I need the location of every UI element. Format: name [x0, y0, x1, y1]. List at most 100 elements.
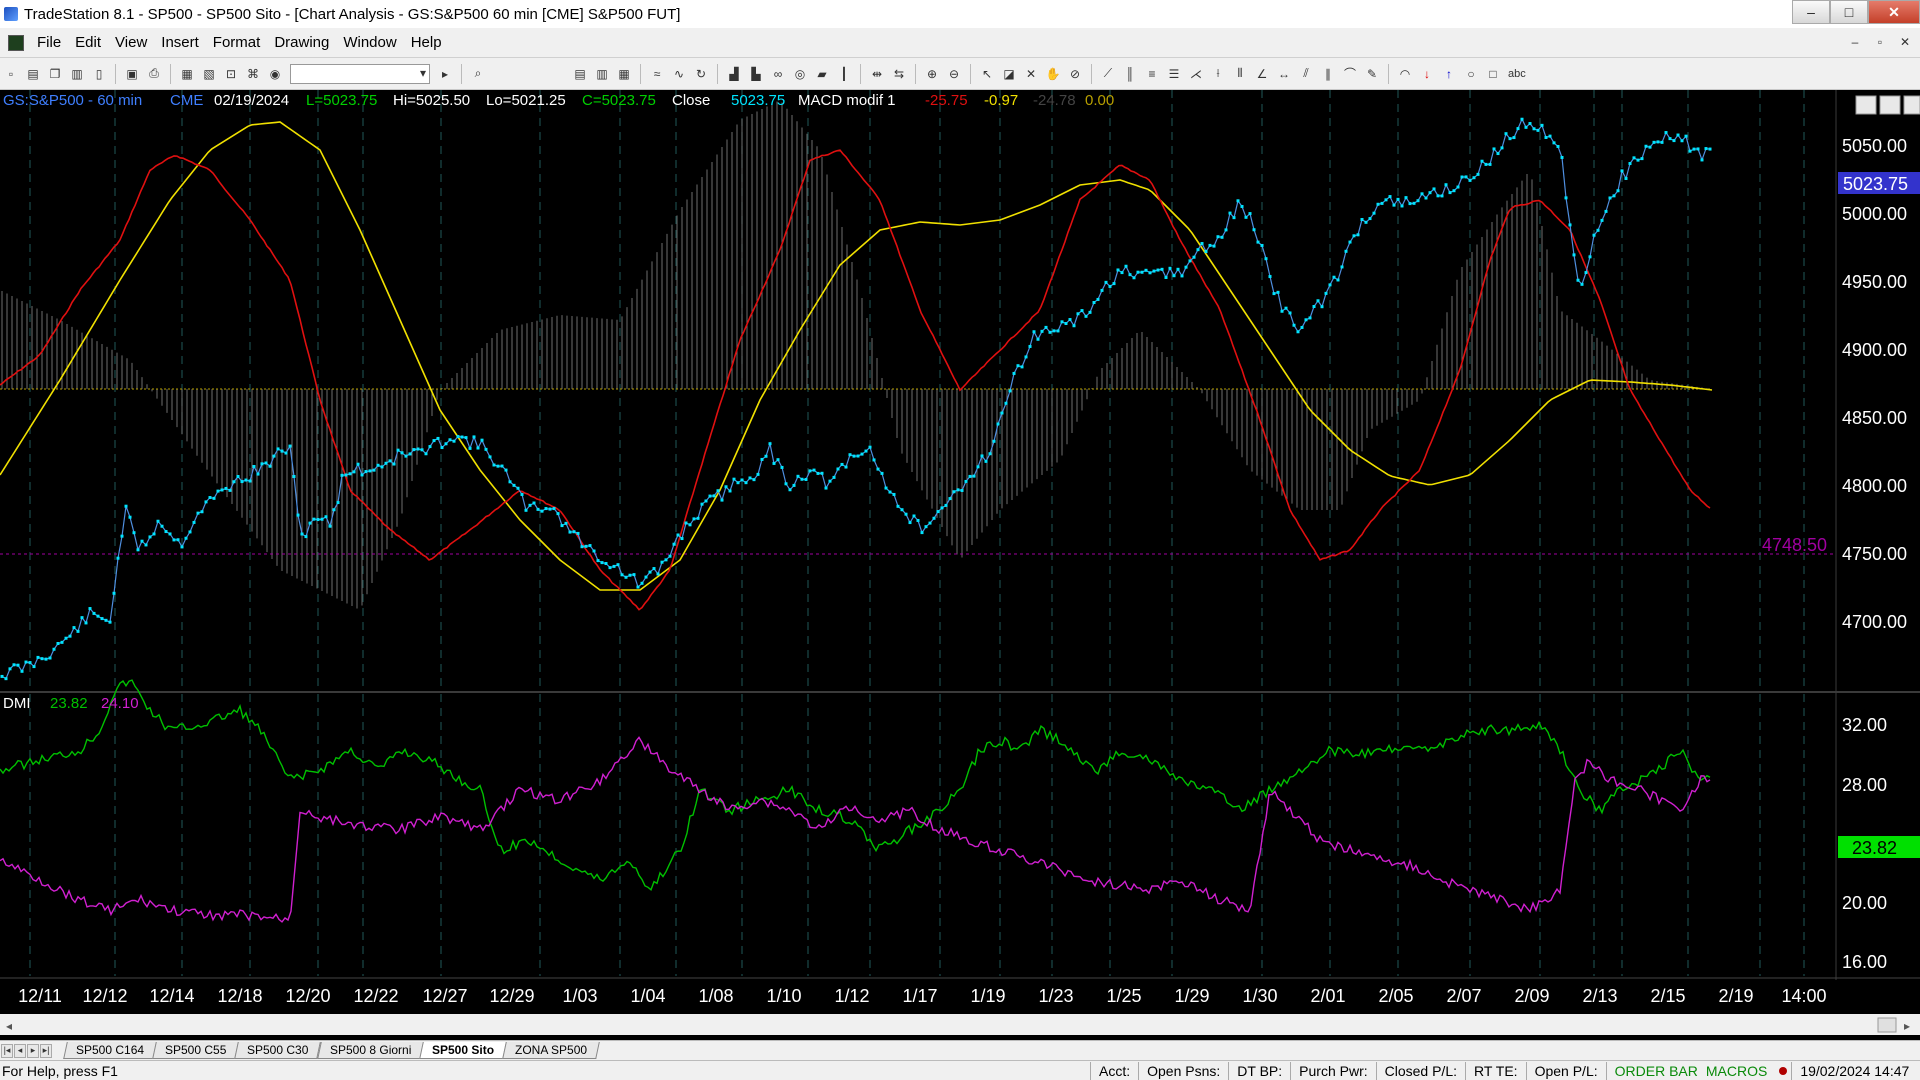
strategy-icon[interactable]: ∿: [670, 65, 688, 83]
globe-icon[interactable]: ◉: [266, 65, 284, 83]
chart-type-icon[interactable]: ▟: [725, 65, 743, 83]
chart-window-icon[interactable]: [8, 34, 24, 51]
save-icon[interactable]: ▣: [123, 65, 141, 83]
arrow-down-red-icon[interactable]: ↓: [1418, 65, 1436, 83]
scroll-left-icon[interactable]: ⇹: [868, 65, 886, 83]
ellipse-icon[interactable]: ○: [1462, 65, 1480, 83]
tab-sp500-c164[interactable]: SP500 C164: [63, 1042, 157, 1059]
menu-insert[interactable]: Insert: [154, 34, 206, 51]
document-restore-button[interactable]: ▫: [1869, 32, 1891, 52]
binoculars-icon[interactable]: ∞: [769, 65, 787, 83]
price-dot: [508, 480, 512, 484]
tab-zona-sp500[interactable]: ZONA SP500: [502, 1042, 601, 1059]
tab-sp500-c30[interactable]: SP500 C30: [234, 1042, 322, 1059]
tab-sp500-8-giorni[interactable]: SP500 8 Giorni: [317, 1042, 425, 1059]
document-icon[interactable]: ▯: [90, 65, 108, 83]
grid-icon[interactable]: ▦: [615, 65, 633, 83]
dmi-pane[interactable]: [0, 694, 1836, 977]
link-icon[interactable]: ⌘: [244, 65, 262, 83]
chart-canvas[interactable]: GS:S&P500 - 60 min CME 02/19/2024 L=5023…: [0, 90, 1920, 1035]
candles-icon[interactable]: ┃: [835, 65, 853, 83]
radar-icon[interactable]: ◎: [791, 65, 809, 83]
price-pane[interactable]: [0, 90, 1836, 690]
horizontal-arrow-icon[interactable]: ↔: [1275, 65, 1293, 83]
indicator-icon[interactable]: ≈: [648, 65, 666, 83]
open-icon[interactable]: ▤: [24, 65, 42, 83]
tab-prev-icon[interactable]: ◂: [14, 1043, 26, 1058]
scroll-right-icon[interactable]: ⇆: [890, 65, 908, 83]
window-tile-icon[interactable]: ▦: [178, 65, 196, 83]
symbol-combo[interactable]: [290, 63, 430, 84]
tab-last-icon[interactable]: ▸|: [40, 1043, 52, 1058]
horizontal-lines-icon[interactable]: ≡: [1143, 65, 1161, 83]
price-tick: 4750.00: [1842, 544, 1907, 564]
text-tool[interactable]: abc: [1508, 68, 1526, 80]
price-axis[interactable]: 5050.00 5000.00 4950.00 4900.00 4850.00 …: [1842, 136, 1907, 632]
gann-icon[interactable]: ⌒: [1341, 65, 1359, 83]
delete-icon[interactable]: ⊘: [1066, 65, 1084, 83]
angle-icon[interactable]: ∠: [1253, 65, 1271, 83]
menu-drawing[interactable]: Drawing: [267, 34, 336, 51]
menu-help[interactable]: Help: [404, 34, 449, 51]
pane-minimize-button[interactable]: [1855, 95, 1877, 115]
macd-icon[interactable]: ▰: [813, 65, 831, 83]
close-button[interactable]: ✕: [1868, 0, 1920, 24]
pencil-icon[interactable]: ✎: [1363, 65, 1381, 83]
document-minimize-button[interactable]: –: [1844, 32, 1866, 52]
date-tick: 2/09: [1514, 986, 1549, 1006]
zoom-in-icon[interactable]: ⊕: [923, 65, 941, 83]
date-axis[interactable]: 12/11 12/12 12/14 12/18 12/20 12/22 12/27 12/29…: [18, 986, 1826, 1006]
speed-lines-icon[interactable]: ⟊: [1209, 65, 1227, 83]
zoom-out-icon[interactable]: ⊖: [945, 65, 963, 83]
copy-icon[interactable]: ❐: [46, 65, 64, 83]
menu-file[interactable]: File: [30, 34, 68, 51]
channel-icon[interactable]: ⫽: [1297, 65, 1315, 83]
tab-sp500-c55[interactable]: SP500 C55: [152, 1042, 240, 1059]
pane-close-button[interactable]: [1903, 95, 1920, 115]
trendline-icon[interactable]: ⟋: [1099, 65, 1117, 83]
search-symbol-icon[interactable]: ⌕: [469, 65, 487, 83]
scroll-thumb[interactable]: [1877, 1017, 1897, 1033]
workspace-icon[interactable]: ▥: [68, 65, 86, 83]
menu-window[interactable]: Window: [336, 34, 403, 51]
menu-format[interactable]: Format: [206, 34, 268, 51]
document-close-button[interactable]: ✕: [1894, 32, 1916, 52]
print-icon[interactable]: ⎙: [145, 65, 163, 83]
refresh-icon[interactable]: ↻: [692, 65, 710, 83]
price-dot: [1372, 211, 1376, 215]
scroll-left-icon[interactable]: ◂: [6, 1019, 12, 1033]
fibonacci-icon[interactable]: ⫴: [1231, 65, 1249, 83]
window-cascade-icon[interactable]: ▧: [200, 65, 218, 83]
arrow-up-blue-icon[interactable]: ↑: [1440, 65, 1458, 83]
rectangle-icon[interactable]: □: [1484, 65, 1502, 83]
format-data-icon[interactable]: ▥: [593, 65, 611, 83]
vertical-lines-icon[interactable]: ║: [1121, 65, 1139, 83]
data-tip-icon[interactable]: ◪: [1000, 65, 1018, 83]
bar-chart-icon[interactable]: ▙: [747, 65, 765, 83]
format-window-icon[interactable]: ▤: [571, 65, 589, 83]
maximize-button[interactable]: □: [1830, 0, 1868, 24]
scroll-right-icon[interactable]: ▸: [1904, 1019, 1910, 1033]
tab-sp500-sito[interactable]: SP500 Sito: [419, 1042, 508, 1059]
pointer-icon[interactable]: ↖: [978, 65, 996, 83]
hand-icon[interactable]: ✋: [1044, 65, 1062, 83]
andrews-pitchfork-icon[interactable]: ⋌: [1187, 65, 1205, 83]
pane-restore-button[interactable]: [1879, 95, 1901, 115]
menu-view[interactable]: View: [108, 34, 154, 51]
parallel-lines-icon[interactable]: ∥: [1319, 65, 1337, 83]
arrow-right-icon[interactable]: ▸: [436, 65, 454, 83]
arc-icon[interactable]: ◠: [1396, 65, 1414, 83]
menu-edit[interactable]: Edit: [68, 34, 108, 51]
minimize-button[interactable]: –: [1792, 0, 1830, 24]
chart-analysis-window[interactable]: GS:S&P500 - 60 min CME 02/19/2024 L=5023…: [0, 90, 1920, 1035]
new-icon[interactable]: ▫: [2, 65, 20, 83]
lock-icon[interactable]: ⊡: [222, 65, 240, 83]
tools-icon[interactable]: ✕: [1022, 65, 1040, 83]
status-macros[interactable]: MACROS: [1706, 1062, 1775, 1080]
tab-first-icon[interactable]: |◂: [1, 1043, 13, 1058]
status-order-bar[interactable]: ORDER BAR: [1605, 1061, 1706, 1080]
horizontal-scrollbar[interactable]: [0, 1014, 1920, 1035]
tab-next-icon[interactable]: ▸: [27, 1043, 39, 1058]
regression-icon[interactable]: ☰: [1165, 65, 1183, 83]
toolbar: ▫ ▤ ❐ ▥ ▯ ▣ ⎙ ▦ ▧ ⊡ ⌘ ◉ ▸ ⌕ ▤ ▥ ▦ ≈ ∿ ↻ …: [0, 58, 1920, 90]
